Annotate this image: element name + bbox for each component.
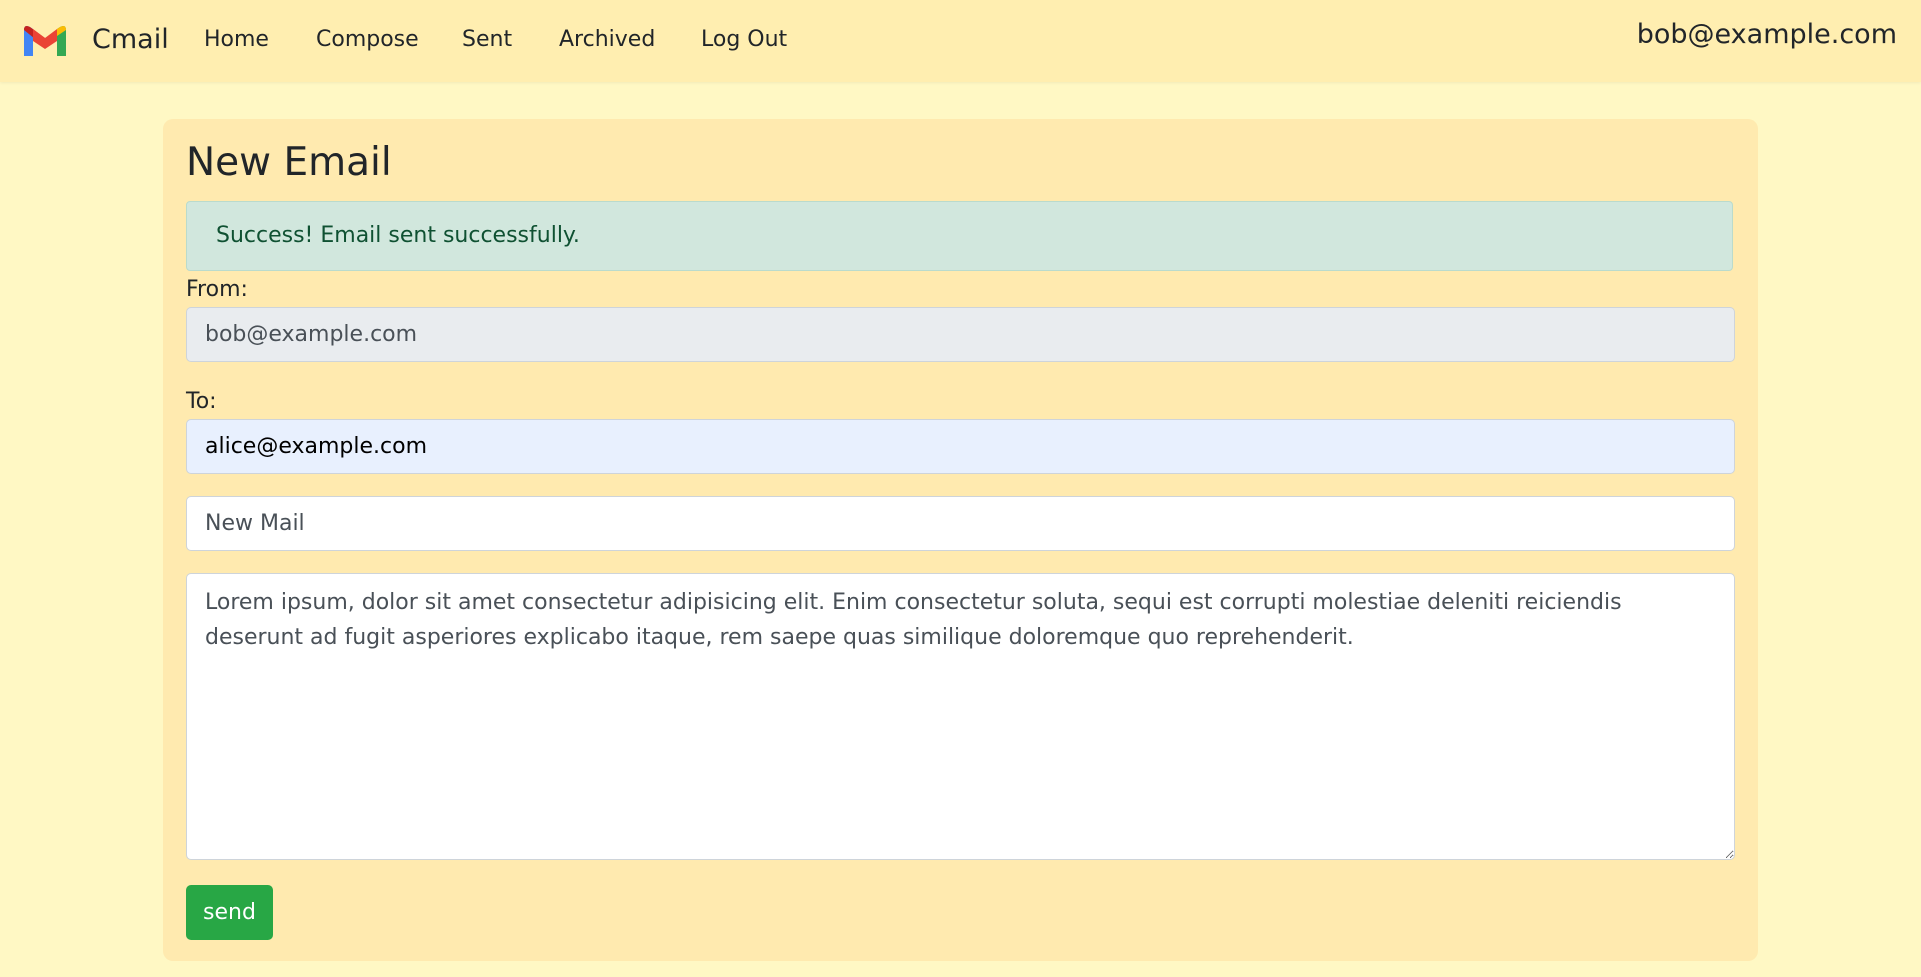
nav-link-archived[interactable]: Archived: [559, 22, 655, 58]
message-body-field[interactable]: Lorem ipsum, dolor sit amet consectetur …: [186, 573, 1735, 860]
brand-name[interactable]: Cmail: [92, 22, 169, 58]
to-label: To:: [186, 389, 217, 414]
page-title: New Email: [186, 140, 392, 185]
send-button[interactable]: send: [186, 885, 273, 940]
from-field[interactable]: [186, 307, 1735, 362]
subject-field[interactable]: [186, 496, 1735, 551]
success-alert: Success! Email sent successfully.: [186, 201, 1733, 271]
from-label: From:: [186, 277, 248, 302]
to-field[interactable]: [186, 419, 1735, 474]
gmail-logo-icon[interactable]: [21, 22, 69, 58]
nav-link-sent[interactable]: Sent: [462, 22, 512, 58]
nav-link-home[interactable]: Home: [204, 22, 269, 58]
top-navbar: Cmail Home Compose Sent Archived Log Out…: [0, 0, 1921, 82]
compose-card: New Email Success! Email sent successful…: [163, 119, 1758, 961]
current-user-email: bob@example.com: [1636, 19, 1897, 50]
nav-link-compose[interactable]: Compose: [316, 22, 419, 58]
nav-link-logout[interactable]: Log Out: [701, 22, 787, 58]
